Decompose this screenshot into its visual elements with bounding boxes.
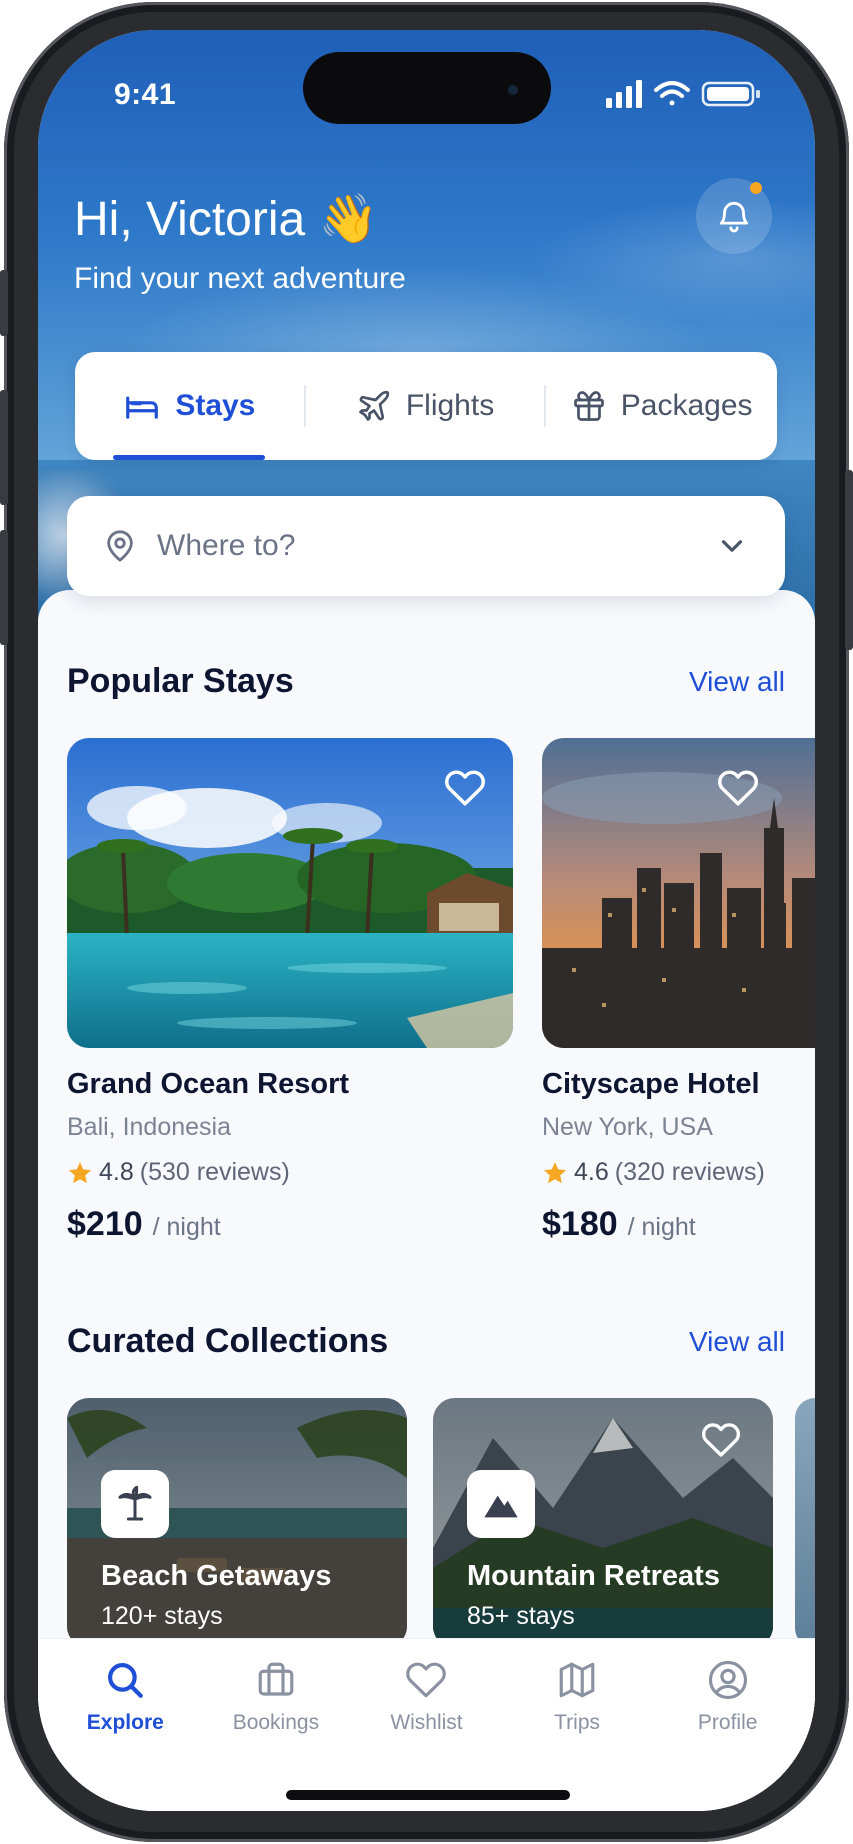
tab-stays-label: Stays <box>175 389 256 422</box>
tab-packages-label: Packages <box>620 389 753 422</box>
greeting-title: Hi, Victoria 👋 <box>74 193 379 246</box>
tab-flights-label: Flights <box>405 389 495 422</box>
price-amount: $180 <box>542 1205 618 1243</box>
notification-dot <box>750 182 762 194</box>
bell-icon <box>719 201 749 233</box>
plane-icon <box>358 390 389 421</box>
collection-title: Beach Getaways <box>101 1560 332 1592</box>
power-button <box>845 470 853 650</box>
volume-down-button <box>0 530 8 645</box>
star-icon <box>543 1161 567 1183</box>
nav-trips-label: Trips <box>554 1711 601 1734</box>
volume-up-button <box>0 390 8 505</box>
mountain-icon <box>484 1495 518 1518</box>
stay-price: $210 / night <box>67 1205 513 1244</box>
collection-count: 120+ stays <box>101 1602 223 1630</box>
tab-stays[interactable]: Stays <box>75 352 304 460</box>
heart-icon <box>718 770 758 806</box>
popular-view-all-link[interactable]: View all <box>689 666 785 698</box>
rating-value: 4.8 <box>99 1158 134 1186</box>
status-time: 9:41 <box>114 78 177 111</box>
stay-card[interactable]: Grand Ocean Resort Bali, Indonesia 4.8 (… <box>67 738 513 1244</box>
search-icon <box>108 1663 144 1698</box>
nav-explore-label: Explore <box>86 1711 164 1734</box>
travel-type-tabs: Stays Flights Packages <box>75 352 777 460</box>
nav-profile-label: Profile <box>697 1711 758 1734</box>
heart-icon <box>701 1423 741 1457</box>
stay-name: Cityscape Hotel <box>542 1068 760 1100</box>
nav-trips[interactable]: Trips <box>502 1639 653 1811</box>
destination-search[interactable]: Where to? <box>67 496 785 596</box>
heart-icon <box>445 770 485 806</box>
stay-location: Bali, Indonesia <box>67 1113 232 1141</box>
nav-wishlist[interactable]: Wishlist <box>351 1639 502 1811</box>
star-icon <box>68 1161 92 1183</box>
tab-packages[interactable]: Packages <box>546 352 777 460</box>
wifi-icon <box>654 81 690 106</box>
city-skyline-illustration <box>542 738 815 1048</box>
resort-photo <box>67 738 513 1048</box>
status-icons <box>606 80 760 108</box>
tab-active-indicator <box>113 455 265 460</box>
search-placeholder: Where to? <box>157 529 296 562</box>
curated-collections-title: Curated Collections <box>67 1322 389 1360</box>
nav-bookings-label: Bookings <box>232 1711 320 1734</box>
home-indicator <box>286 1790 570 1800</box>
user-circle-icon <box>708 1660 747 1700</box>
favorite-button[interactable] <box>441 764 489 812</box>
palm-tree-icon <box>118 1485 152 1521</box>
battery-icon <box>701 81 760 107</box>
stay-name: Grand Ocean Resort <box>67 1068 350 1100</box>
heart-icon <box>406 1662 447 1698</box>
stay-location: New York, USA <box>542 1113 713 1141</box>
rating-value: 4.6 <box>574 1158 609 1186</box>
favorite-button[interactable] <box>714 764 762 812</box>
review-count: (320 reviews) <box>614 1158 765 1186</box>
stay-card[interactable]: Cityscape Hotel New York, USA 4.6 (320 r… <box>542 738 815 1244</box>
bed-icon <box>126 396 159 419</box>
action-button <box>0 270 8 336</box>
greeting-subtitle: Find your next adventure <box>74 262 406 295</box>
review-count: (530 reviews) <box>139 1158 290 1186</box>
map-icon <box>559 1662 595 1698</box>
collections-view-all-link[interactable]: View all <box>689 1326 785 1358</box>
camera-dot <box>508 85 518 95</box>
nav-explore[interactable]: Explore <box>50 1639 201 1811</box>
price-unit: / night <box>152 1213 221 1241</box>
collection-title: Mountain Retreats <box>467 1560 720 1592</box>
location-pin-icon <box>107 530 133 562</box>
nav-wishlist-label: Wishlist <box>390 1711 463 1734</box>
nav-bookings[interactable]: Bookings <box>201 1639 352 1811</box>
screen: 9:41 Hi, Victoria 👋 Find your next adven… <box>38 30 815 1811</box>
price-unit: / night <box>627 1213 696 1241</box>
popular-stays-title: Popular Stays <box>67 662 294 700</box>
collection-count: 85+ stays <box>467 1602 575 1630</box>
stay-rating: 4.8 (530 reviews) <box>67 1158 513 1187</box>
nav-profile[interactable]: Profile <box>652 1639 803 1811</box>
bottom-navigation: Explore Bookings Wishlist Trips Profile <box>38 1638 815 1811</box>
signal-icon <box>606 80 642 108</box>
collection-card-mountain[interactable]: Mountain Retreats 85+ stays <box>433 1398 773 1648</box>
stay-price: $180 / night <box>542 1205 815 1244</box>
gift-icon <box>573 391 604 421</box>
chevron-down-icon[interactable] <box>715 529 749 563</box>
collection-card-beach[interactable]: Beach Getaways 120+ stays <box>67 1398 407 1648</box>
collection-card-partial[interactable] <box>795 1398 815 1648</box>
price-amount: $210 <box>67 1205 143 1243</box>
collection-icon-box <box>467 1470 535 1538</box>
hotel-photo <box>542 738 815 1048</box>
collection-icon-box <box>101 1470 169 1538</box>
briefcase-icon <box>258 1662 294 1696</box>
tab-flights[interactable]: Flights <box>306 352 545 460</box>
stay-rating: 4.6 (320 reviews) <box>542 1158 815 1187</box>
favorite-button[interactable] <box>697 1416 745 1464</box>
